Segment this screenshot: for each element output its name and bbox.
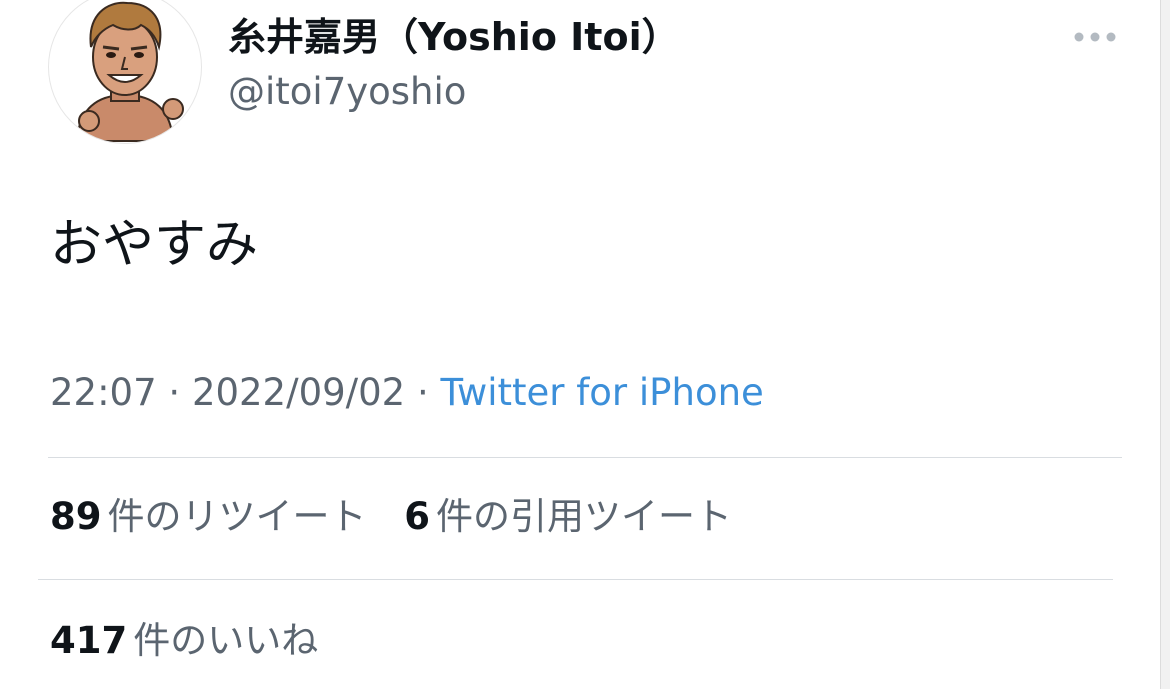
quote-tweets-stat[interactable]: 6 件の引用ツイート [404, 492, 732, 542]
avatar-illustration [75, 1, 184, 142]
meta-separator: · [416, 371, 429, 414]
retweet-label: 件のリツイート [107, 495, 367, 538]
stats-row-engagement: 89 件のリツイート 6 件の引用ツイート [50, 492, 732, 542]
retweets-stat[interactable]: 89 件のリツイート [50, 492, 367, 542]
avatar[interactable] [48, 0, 202, 144]
likes-stat[interactable]: 417 件のいいね [50, 616, 318, 666]
tweet-metadata: 22:07 · 2022/09/02 · Twitter for iPhone [50, 368, 764, 418]
stats-row-likes: 417 件のいいね [50, 616, 318, 666]
tweet-text: おやすみ [50, 215, 259, 275]
like-label: 件のいいね [133, 619, 319, 662]
meta-separator: · [168, 371, 181, 414]
tweet-date[interactable]: 2022/09/02 [192, 371, 405, 414]
tweet-source-link[interactable]: Twitter for iPhone [441, 371, 764, 414]
tweet-time[interactable]: 22:07 [50, 371, 157, 414]
divider [48, 457, 1122, 458]
retweet-count: 89 [50, 495, 102, 538]
divider [38, 579, 1113, 580]
quote-label: 件の引用ツイート [436, 495, 733, 538]
scroll-edge [1160, 0, 1170, 689]
more-options-button[interactable] [1068, 22, 1122, 52]
more-horizontal-icon [1074, 32, 1116, 42]
quote-count: 6 [404, 495, 431, 538]
like-count: 417 [50, 619, 128, 662]
user-handle[interactable]: @itoi7yoshio [228, 68, 466, 116]
display-name[interactable]: 糸井嘉男（Yoshio Itoi） [228, 12, 680, 62]
